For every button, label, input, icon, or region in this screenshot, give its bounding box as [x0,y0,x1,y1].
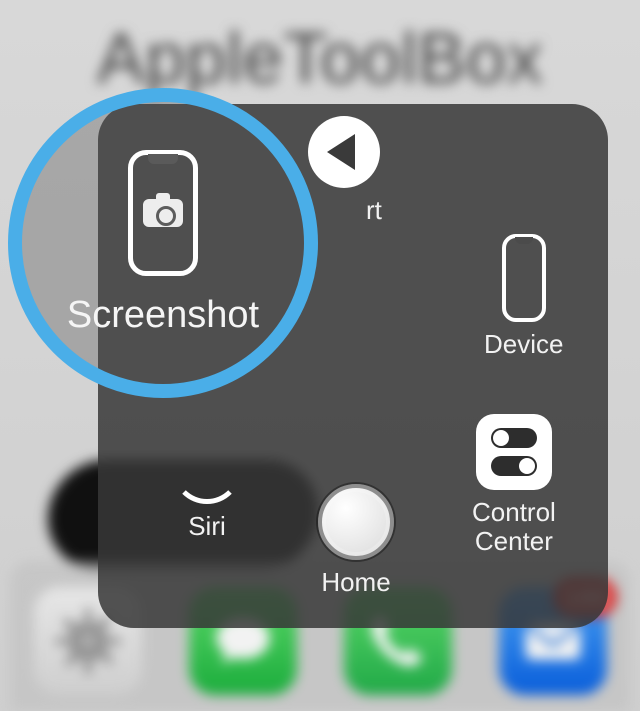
assistive-touch-menu: rt Device Control Center Siri Home [98,104,608,628]
menu-item-label: Home [321,568,390,597]
menu-item-label: Control Center [472,498,556,555]
menu-item-home[interactable]: Home [318,484,394,597]
restart-icon [308,116,380,188]
background-title-text: AppleToolBox [0,18,640,100]
control-center-icon [476,414,552,490]
siri-icon [172,434,242,504]
device-icon [502,234,546,322]
menu-item-siri[interactable]: Siri [172,434,242,541]
toggle-on-icon [491,456,537,476]
home-icon [318,484,394,560]
menu-item-control-center[interactable]: Control Center [472,414,556,555]
menu-item-label: Device [484,330,563,359]
toggle-off-icon [491,428,537,448]
menu-item-restart[interactable]: rt [306,116,382,225]
menu-item-label: rt [366,196,382,225]
screenshot-stage: AppleToolBox [0,0,640,711]
menu-item-device[interactable]: Device [484,234,563,359]
menu-item-label: Siri [188,512,226,541]
